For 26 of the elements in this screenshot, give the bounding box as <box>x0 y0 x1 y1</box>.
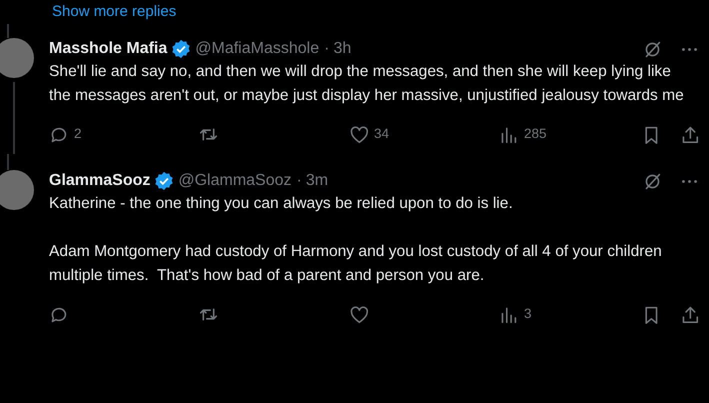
avatar-placeholder[interactable] <box>0 170 34 210</box>
show-more-replies-link[interactable]: Show more replies <box>52 4 176 20</box>
like-count: 34 <box>374 124 390 143</box>
author-handle[interactable]: @GlammaSooz <box>178 169 292 193</box>
author-name[interactable]: GlammaSooz <box>49 169 150 193</box>
post-text: She'll lie and say no, and then we will drop the messages, and then she will keep lying like the messages aren't out, or maybe just display her massive, unjustified jealousy towards me <box>49 62 685 106</box>
post-time[interactable]: 3m <box>306 169 328 193</box>
slashed-circle-icon[interactable] <box>643 40 662 58</box>
separator-dot: · <box>324 39 330 59</box>
views-count: 285 <box>524 124 547 143</box>
views-icon[interactable] <box>499 124 518 144</box>
heart-icon[interactable] <box>349 304 368 324</box>
author-name[interactable]: Masshole Mafia <box>49 37 168 61</box>
heart-icon[interactable] <box>349 124 368 144</box>
share-icon[interactable] <box>680 304 699 324</box>
post-text: Katherine - the one thing you can always be relied upon to do is lie. <box>49 194 514 214</box>
reply-count: 2 <box>74 124 82 143</box>
share-icon[interactable] <box>680 124 699 144</box>
views-count: 3 <box>524 304 532 323</box>
separator-dot: · <box>296 171 302 191</box>
author-handle[interactable]: @MafiaMasshole <box>195 37 320 61</box>
avatar-placeholder[interactable] <box>0 38 34 78</box>
views-icon[interactable] <box>499 304 518 324</box>
post-time[interactable]: 3h <box>333 37 352 61</box>
post-text: Adam Montgomery had custody of Harmony and you lost custody of all 4 of your children multiple times. That's how bad of a parent and person you are. <box>49 242 663 286</box>
slashed-circle-icon[interactable] <box>643 172 662 190</box>
